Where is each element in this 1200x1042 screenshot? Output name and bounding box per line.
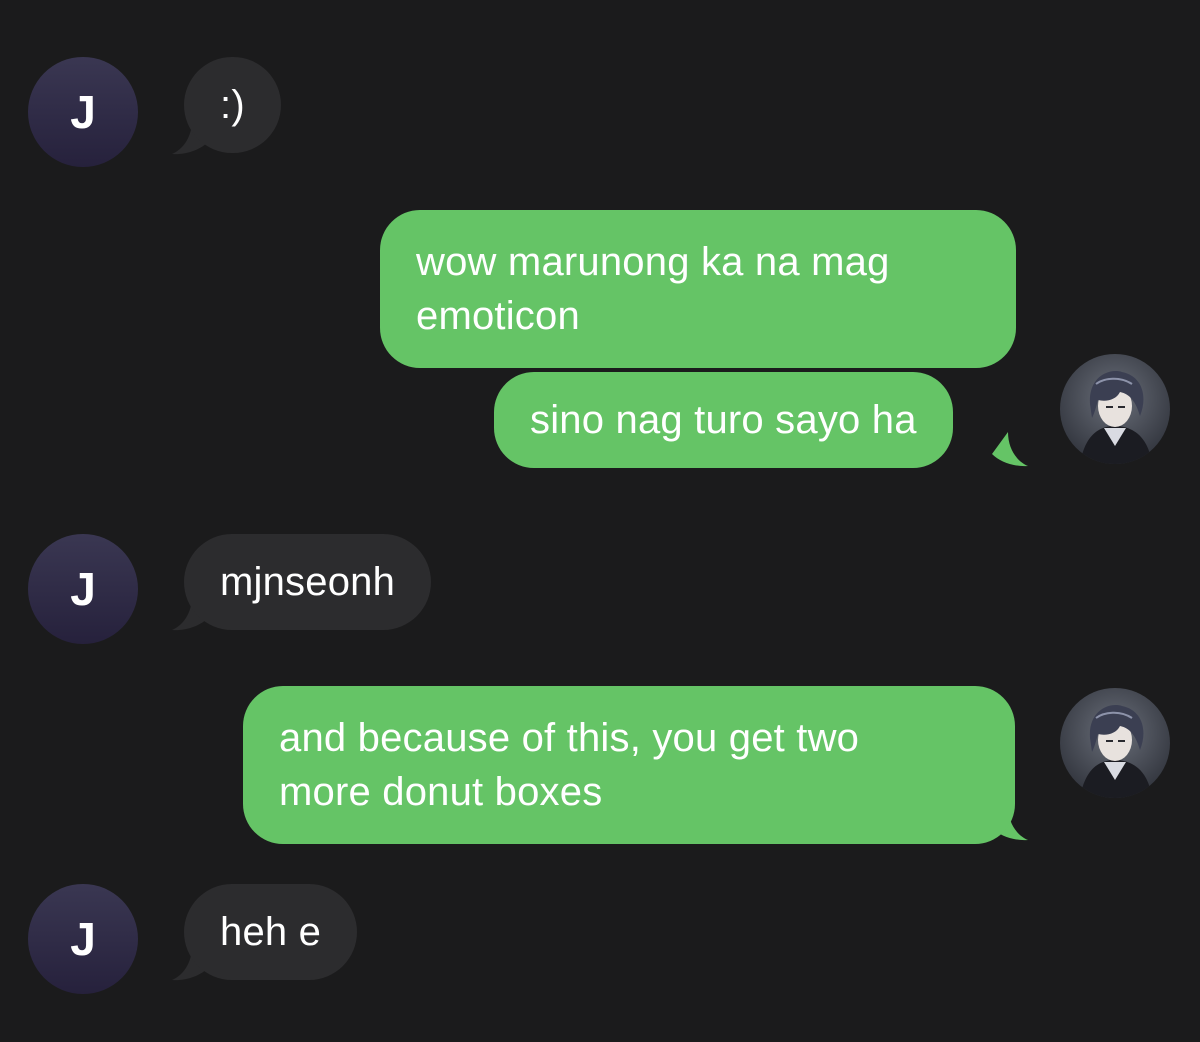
message-text: sino nag turo sayo ha <box>530 398 917 442</box>
my-avatar[interactable] <box>1060 688 1170 798</box>
message-text-line: more donut boxes <box>279 770 603 814</box>
contact-avatar[interactable]: J <box>28 534 138 644</box>
contact-initial: J <box>70 563 96 615</box>
message-bubble-incoming[interactable]: mjnseonh <box>184 534 432 630</box>
my-avatar[interactable] <box>1060 354 1170 464</box>
message-bubble-outgoing[interactable]: wow marunong ka na mag emoticon <box>380 210 1016 368</box>
contact-initial: J <box>70 913 96 965</box>
message-bubble-incoming[interactable]: heh e <box>184 884 358 980</box>
contact-initial: J <box>70 86 96 138</box>
message-text-line: wow marunong ka na mag <box>416 240 890 284</box>
message-bubble-outgoing[interactable]: and because of this, you get two more do… <box>243 686 1015 844</box>
contact-avatar[interactable]: J <box>28 884 138 994</box>
anime-profile-avatar-icon <box>1060 688 1170 798</box>
message-bubble-outgoing[interactable]: sino nag turo sayo ha <box>494 372 953 468</box>
bubble-tail-outgoing <box>992 432 1028 467</box>
message-bubble-incoming[interactable]: :) <box>184 57 281 153</box>
anime-profile-avatar-icon <box>1060 354 1170 464</box>
message-text-line: emoticon <box>416 294 580 338</box>
conversation-view: J :) wow marunong ka na mag emoticon sin… <box>0 0 1200 1042</box>
contact-avatar[interactable]: J <box>28 57 138 167</box>
message-text: heh e <box>220 910 322 954</box>
message-text-line: and because of this, you get two <box>279 716 860 760</box>
message-text: mjnseonh <box>220 560 396 604</box>
message-text: :) <box>220 83 245 127</box>
